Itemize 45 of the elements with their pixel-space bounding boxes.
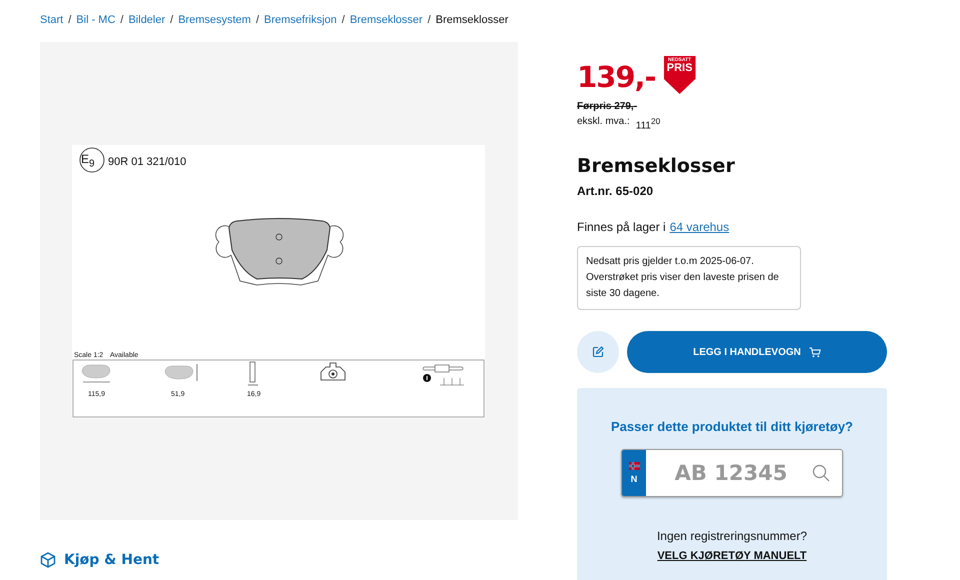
breadcrumb-current: Bremseklosser [436,14,508,26]
breadcrumb-link[interactable]: Start [40,14,64,26]
ex-vat-price: 111$^{20}$ [636,116,660,132]
breadcrumb-link[interactable]: Bil - MC [76,14,116,26]
pad-width-icon [82,364,110,382]
no-plate-text: Ingen registreringsnummer? [656,529,808,544]
breadcrumb-separator: / [120,14,124,26]
stock-text: Finnes på lager i [577,220,666,234]
ex-vat-label: ekskl. mva.: [577,116,630,129]
previous-price: Førpris 279,- [577,101,638,112]
license-plate-input[interactable]: AB 12345 [654,450,808,496]
price: 139,- [577,60,656,94]
add-to-cart-button[interactable]: LEGG I HANDLEVOGN [627,331,887,374]
brake-pad-icon [215,218,344,286]
breadcrumb-link[interactable]: Bildeler [128,14,166,26]
article-number: Art.nr. 65-020 [577,184,654,198]
breadcrumb-link[interactable]: Bremseklosser [350,14,423,26]
pad-thickness-icon [248,362,258,386]
stores-link[interactable]: 64 varehus [670,220,730,234]
delivery-option-title: Kjøp & Hent [64,552,160,568]
country-code: N [630,474,638,484]
cart-icon [808,346,821,358]
approval-mark-icon [80,148,104,172]
vehicle-check-heading: Passer dette produktet til ditt kjøretøy? [611,419,853,434]
box-icon [40,552,56,568]
breadcrumb-link[interactable]: Bremsefriksjon [264,14,337,26]
license-plate-field[interactable]: N AB 12345 [621,449,843,498]
pad-height-icon [164,364,198,382]
approval-mark: E$_{9}$ [81,151,95,169]
product-title: Bremseklosser [577,155,736,178]
flag-icon [628,462,640,470]
breadcrumb-separator: / [170,14,174,26]
approval-code: 90R 01 321/010 [108,156,186,168]
price-notice: Nedsatt pris gjelder t.o.m 2025-06-07. Overstrøket pris viser den laveste prisen de siste 30 dagene. [577,246,801,310]
breadcrumb-link[interactable]: Bremsesystem [178,14,251,26]
breadcrumb-separator: / [256,14,260,26]
manual-vehicle-link[interactable]: VELG KJØRETØY MANUELT [657,550,807,562]
breadcrumb-separator: / [68,14,72,26]
wear-sensor-icon [422,364,464,386]
edit-button[interactable] [577,331,619,374]
search-icon[interactable] [812,464,830,482]
breadcrumb-separator: / [342,14,345,26]
breadcrumb-separator: / [428,14,431,26]
edit-icon [592,346,604,358]
caliper-icon [320,362,346,380]
